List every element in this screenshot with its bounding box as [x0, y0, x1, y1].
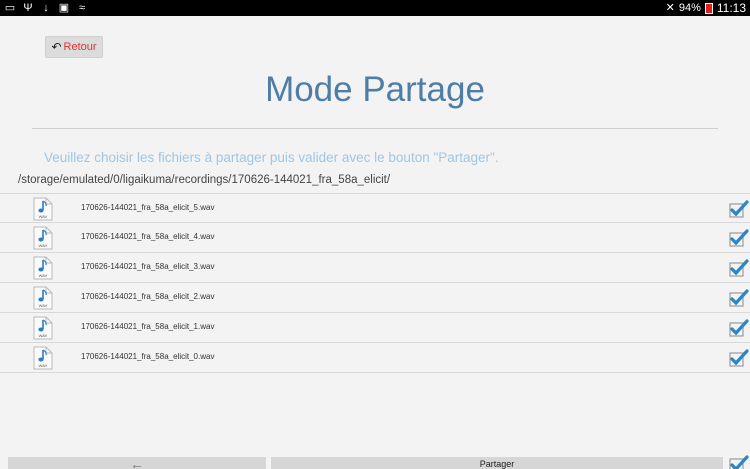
file-checkbox[interactable] — [729, 348, 749, 368]
instruction-text: Veuillez choisir les fichiers à partager… — [44, 150, 499, 165]
file-name: 170626-144021_fra_58a_elicit_0.wav — [81, 352, 215, 361]
battery-level: 94% — [678, 2, 701, 14]
svg-text:WAV: WAV — [39, 333, 48, 338]
wav-file-icon: WAV — [33, 286, 53, 310]
undo-arrow-icon: ↶ — [51, 40, 62, 54]
file-name: 170626-144021_fra_58a_elicit_4.wav — [81, 232, 215, 241]
file-row[interactable]: WAV 170626-144021_fra_58a_elicit_2.wav — [0, 283, 750, 313]
usb-icon: Ψ — [23, 2, 33, 14]
partager-button[interactable]: Partager — [271, 457, 723, 469]
battery-icon — [704, 2, 713, 14]
status-left-icons: ▭ Ψ ↓ ▣ ≈ — [4, 0, 88, 16]
file-row[interactable]: WAV 170626-144021_fra_58a_elicit_4.wav — [0, 223, 750, 253]
download-icon: ↓ — [43, 2, 49, 14]
file-name: 170626-144021_fra_58a_elicit_5.wav — [81, 203, 215, 212]
back-button[interactable]: ← — [8, 457, 266, 469]
back-arrow-icon: ← — [130, 456, 144, 469]
screen-cast-icon: ▭ — [4, 2, 16, 14]
svg-text:WAV: WAV — [39, 363, 48, 368]
page-title: Mode Partage — [265, 70, 485, 109]
wav-file-icon: WAV — [33, 226, 53, 250]
app-screen: ▭ Ψ ↓ ▣ ≈ ✕ 94% 11:13 ↶ Retour Mode Part… — [0, 0, 750, 469]
clock: 11:13 — [716, 1, 746, 15]
file-list: WAV 170626-144021_fra_58a_elicit_5.wav W… — [0, 193, 750, 373]
status-bar: ▭ Ψ ↓ ▣ ≈ ✕ 94% 11:13 — [0, 0, 750, 16]
retour-label: Retour — [63, 41, 97, 53]
wav-file-icon: WAV — [33, 346, 53, 370]
svg-text:WAV: WAV — [39, 303, 48, 308]
wav-file-icon: WAV — [33, 197, 53, 221]
status-right-icons: ✕ 94% 11:13 — [666, 0, 746, 16]
file-name: 170626-144021_fra_58a_elicit_3.wav — [81, 262, 215, 271]
select-all-checkbox[interactable] — [729, 455, 749, 469]
wifi-icon: ≈ — [78, 2, 86, 14]
file-checkbox[interactable] — [729, 288, 749, 308]
svg-text:WAV: WAV — [39, 243, 48, 248]
folder-path: /storage/emulated/0/ligaikuma/recordings… — [18, 174, 391, 186]
file-row[interactable]: WAV 170626-144021_fra_58a_elicit_5.wav — [0, 193, 750, 223]
gallery-icon: ▣ — [58, 2, 70, 14]
wav-file-icon: WAV — [33, 316, 53, 340]
file-row[interactable]: WAV 170626-144021_fra_58a_elicit_0.wav — [0, 343, 750, 373]
retour-button[interactable]: ↶ Retour — [45, 36, 103, 58]
svg-text:WAV: WAV — [39, 214, 48, 219]
file-checkbox[interactable] — [729, 258, 749, 278]
wav-file-icon: WAV — [33, 256, 53, 280]
file-name: 170626-144021_fra_58a_elicit_2.wav — [81, 292, 215, 301]
mute-icon: ✕ — [665, 2, 675, 14]
svg-text:WAV: WAV — [39, 273, 48, 278]
file-checkbox[interactable] — [729, 228, 749, 248]
file-row[interactable]: WAV 170626-144021_fra_58a_elicit_3.wav — [0, 253, 750, 283]
file-checkbox[interactable] — [729, 199, 749, 219]
file-row[interactable]: WAV 170626-144021_fra_58a_elicit_1.wav — [0, 313, 750, 343]
bottom-bar: ← Partager — [0, 455, 750, 469]
partager-label: Partager — [479, 459, 515, 469]
title-divider — [32, 128, 718, 129]
file-checkbox[interactable] — [729, 318, 749, 338]
file-name: 170626-144021_fra_58a_elicit_1.wav — [81, 322, 215, 331]
